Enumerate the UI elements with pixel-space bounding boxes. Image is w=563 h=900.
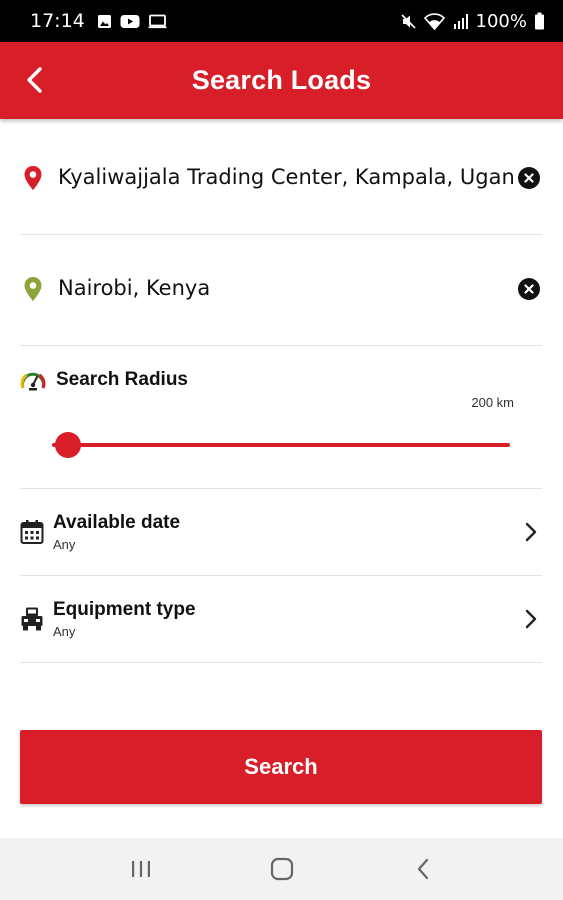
- equipment-type-title: Equipment type: [53, 599, 196, 620]
- available-date-value: Any: [53, 537, 76, 552]
- battery-percent: 100%: [475, 10, 527, 32]
- clear-icon: [524, 173, 534, 183]
- recent-apps-button[interactable]: [111, 844, 171, 894]
- equipment-type-value: Any: [53, 624, 76, 639]
- back-arrow-icon: [27, 67, 42, 93]
- home-icon: [270, 857, 293, 881]
- chevron-right-icon: [525, 522, 537, 542]
- truck-icon: [21, 607, 43, 631]
- search-radius-value: 200 km: [471, 395, 514, 410]
- status-bar: 17:14 100%: [0, 0, 563, 42]
- origin-value[interactable]: Kyaliwajjala Trading Center, Kampala, Ug…: [58, 165, 513, 189]
- clear-icon: [524, 284, 534, 294]
- back-icon: [417, 858, 428, 880]
- youtube-icon: [120, 14, 140, 28]
- slider-track: [52, 443, 510, 447]
- signal-icon: [453, 13, 468, 29]
- app-bar: Search Loads: [0, 42, 563, 119]
- system-back-button[interactable]: [393, 844, 453, 894]
- search-radius-header: Search Radius: [20, 369, 188, 391]
- search-radius-slider[interactable]: [52, 431, 510, 459]
- back-button[interactable]: [14, 60, 54, 100]
- clear-destination-button[interactable]: [518, 278, 540, 300]
- wifi-icon: [423, 12, 445, 30]
- recent-apps-icon: [131, 861, 150, 877]
- chevron-right-icon: [525, 609, 537, 629]
- search-radius-section: Search Radius 200 km: [20, 347, 542, 489]
- home-button[interactable]: [252, 844, 312, 894]
- speedometer-icon: [20, 372, 46, 391]
- origin-pin-icon: [20, 165, 46, 191]
- destination-field[interactable]: Nairobi, Kenya: [20, 236, 542, 346]
- equipment-type-row[interactable]: Equipment type Any: [20, 576, 542, 663]
- notification-icons: [97, 14, 167, 29]
- origin-field[interactable]: Kyaliwajjala Trading Center, Kampala, Ug…: [20, 125, 542, 235]
- destination-pin-icon: [20, 276, 46, 302]
- cast-icon: [148, 14, 167, 28]
- system-nav-bar: [0, 838, 563, 900]
- mute-icon: [400, 13, 416, 29]
- status-time: 17:14: [30, 10, 85, 32]
- available-date-title: Available date: [53, 512, 181, 533]
- slider-thumb[interactable]: [55, 432, 81, 458]
- destination-value[interactable]: Nairobi, Kenya: [58, 276, 513, 300]
- status-indicators: 100%: [400, 11, 545, 32]
- clear-origin-button[interactable]: [518, 167, 540, 189]
- available-date-row[interactable]: Available date Any: [20, 489, 542, 576]
- page-title: Search Loads: [191, 65, 372, 95]
- search-radius-title: Search Radius: [56, 369, 188, 390]
- battery-icon: [535, 12, 544, 30]
- search-button[interactable]: Search: [20, 730, 542, 804]
- image-icon: [97, 14, 111, 28]
- calendar-icon: [20, 520, 44, 544]
